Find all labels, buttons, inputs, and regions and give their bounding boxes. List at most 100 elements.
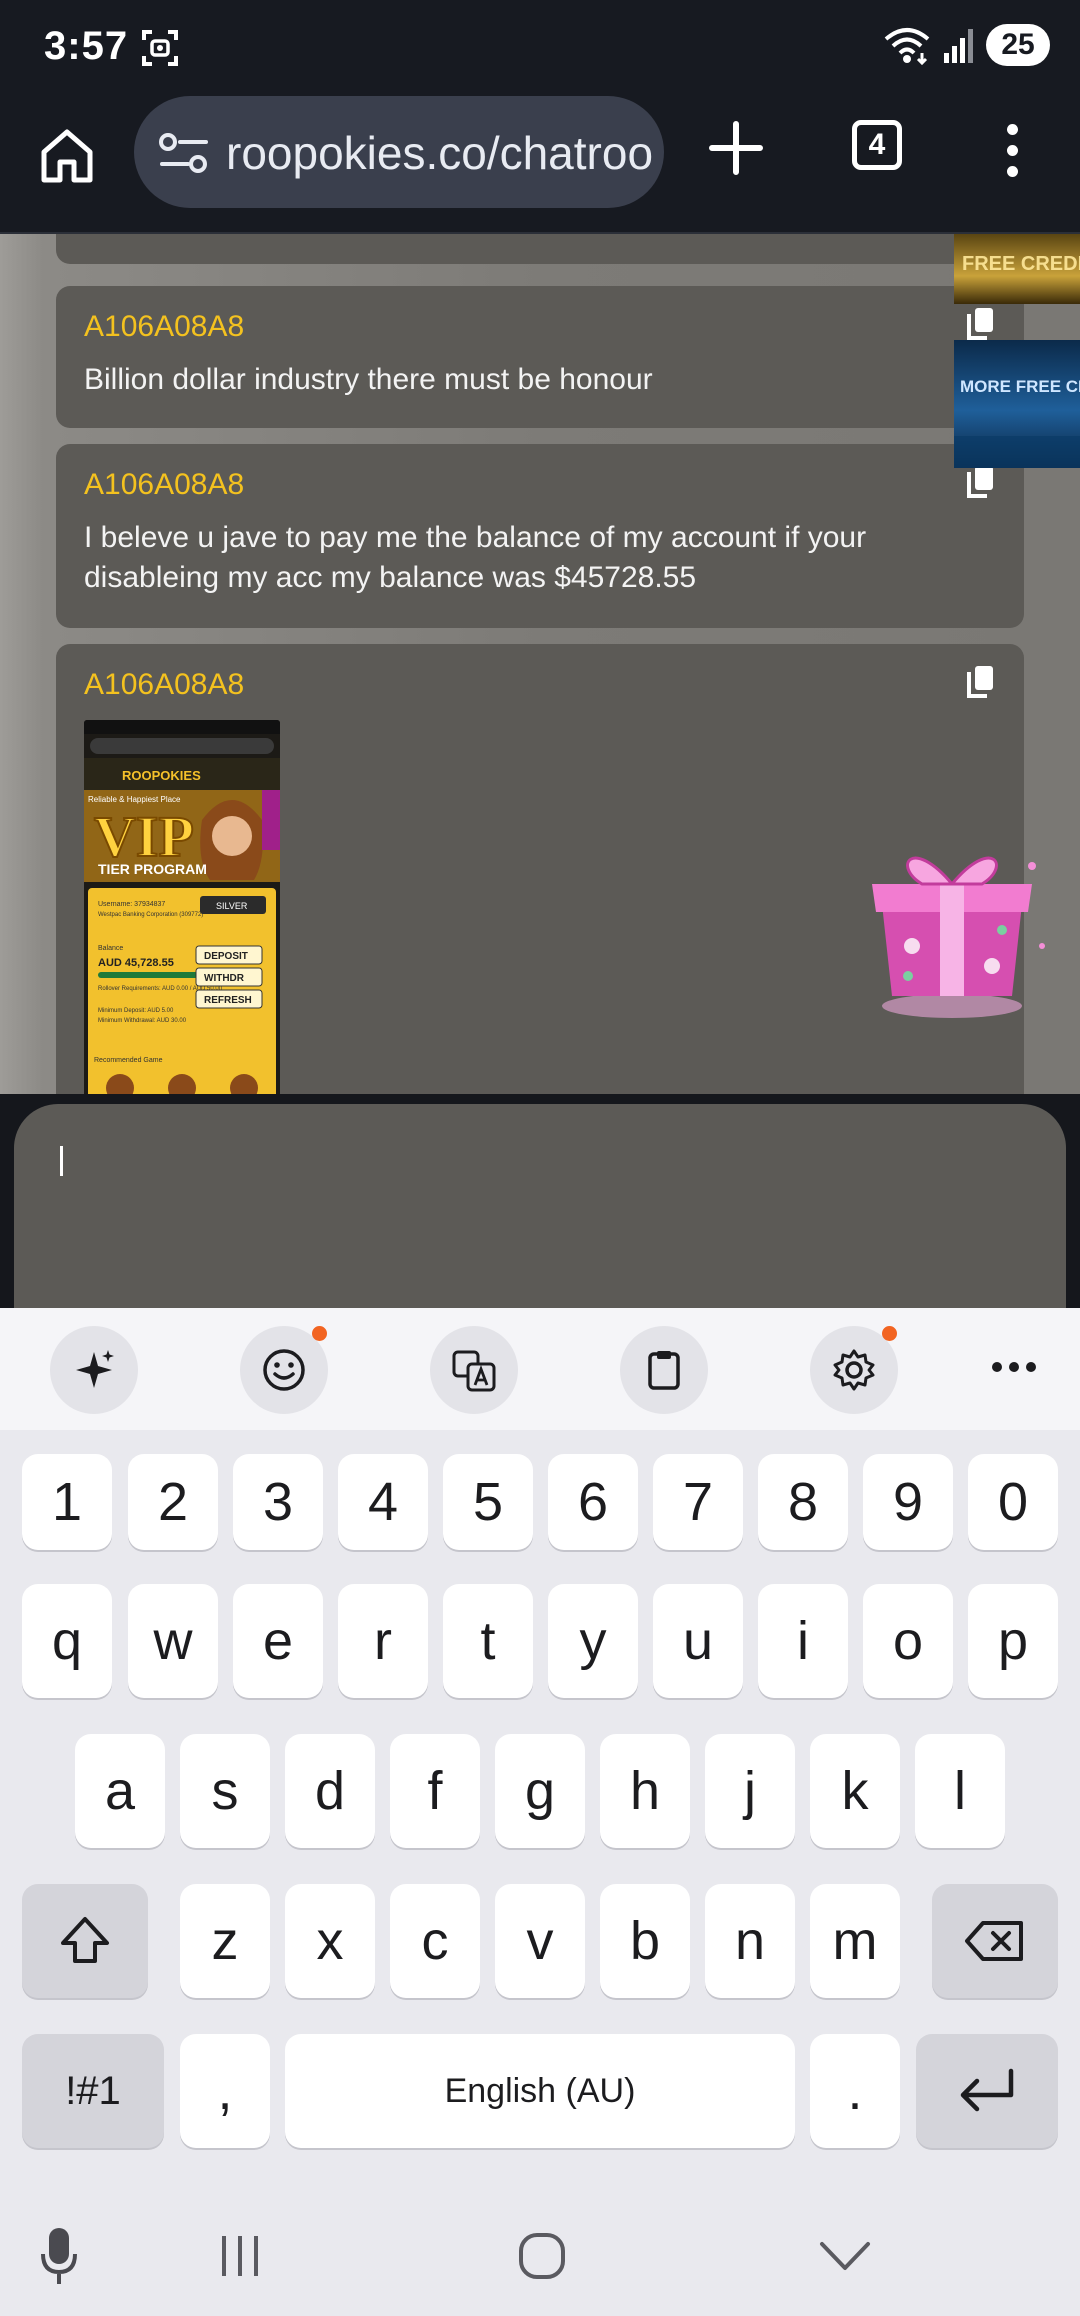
- thumb-withdraw-button: WITHDR: [204, 973, 245, 984]
- thumb-tier: SILVER: [216, 901, 248, 911]
- key-p[interactable]: p: [968, 1584, 1058, 1698]
- more-options-icon[interactable]: [990, 1360, 1038, 1374]
- thumb-account: Westpac Banking Corporation (309772): [98, 912, 203, 918]
- promo-label: FREE CREDIT: [962, 253, 1080, 275]
- voice-input-button[interactable]: [24, 2196, 94, 2316]
- key-f[interactable]: f: [390, 1734, 480, 1848]
- key-b[interactable]: b: [600, 1884, 690, 1998]
- address-bar[interactable]: roopokies.co/chatroom: [134, 96, 664, 208]
- comma-key[interactable]: ,: [180, 2034, 270, 2148]
- key-4[interactable]: 4: [338, 1454, 428, 1550]
- key-g[interactable]: g: [495, 1734, 585, 1848]
- message-input[interactable]: [14, 1104, 1066, 1324]
- signal-icon: [944, 29, 973, 63]
- key-e[interactable]: e: [233, 1584, 323, 1698]
- key-d[interactable]: d: [285, 1734, 375, 1848]
- more-menu-icon[interactable]: [998, 118, 1026, 182]
- key-j[interactable]: j: [705, 1734, 795, 1848]
- key-r[interactable]: r: [338, 1584, 428, 1698]
- key-x[interactable]: x: [285, 1884, 375, 1998]
- thumb-section-label: Recommended Game: [94, 1057, 163, 1064]
- copy-icon[interactable]: [966, 664, 996, 700]
- on-screen-keyboard: 1 2 3 4 5 6 7 8 9 0 q w e r t y u i o p …: [0, 1308, 1080, 2196]
- key-1[interactable]: 1: [22, 1454, 112, 1550]
- enter-icon: [960, 2068, 1014, 2112]
- text-cursor: [60, 1146, 63, 1176]
- home-circle-icon: [519, 2233, 565, 2279]
- key-k[interactable]: k: [810, 1734, 900, 1848]
- key-y[interactable]: y: [548, 1584, 638, 1698]
- new-tab-icon[interactable]: [706, 118, 766, 178]
- period-key[interactable]: .: [810, 2034, 900, 2148]
- shift-key[interactable]: [22, 1884, 148, 1998]
- emoji-notification-dot: [312, 1326, 327, 1341]
- hide-keyboard-button[interactable]: [800, 2196, 890, 2316]
- chat-message: A106A08A8 I beleve u jave to pay me the …: [56, 444, 1024, 628]
- more-free-credit-banner[interactable]: MORE FREE CREDIT: [954, 340, 1080, 468]
- gift-box-icon[interactable]: [852, 826, 1052, 1026]
- copy-icon[interactable]: [966, 306, 996, 342]
- key-m[interactable]: m: [810, 1884, 900, 1998]
- backspace-key[interactable]: [932, 1884, 1058, 1998]
- key-5[interactable]: 5: [443, 1454, 533, 1550]
- thumb-min-withdraw: Minimum Withdrawal: AUD 30.00: [98, 1018, 187, 1024]
- key-6[interactable]: 6: [548, 1454, 638, 1550]
- keyboard-toolbar: [0, 1308, 1080, 1430]
- enter-key[interactable]: [916, 2034, 1058, 2148]
- url-text[interactable]: roopokies.co/chatroom: [226, 126, 656, 180]
- key-9[interactable]: 9: [863, 1454, 953, 1550]
- thumb-brand: ROOPOKIES: [122, 768, 201, 783]
- key-7[interactable]: 7: [653, 1454, 743, 1550]
- recent-apps-button[interactable]: [200, 2196, 280, 2316]
- home-icon[interactable]: [36, 124, 98, 186]
- clipboard-button[interactable]: [620, 1326, 708, 1414]
- free-credit-banner-art: FREE CREDIT: [962, 253, 1080, 275]
- key-u[interactable]: u: [653, 1584, 743, 1698]
- key-c[interactable]: c: [390, 1884, 480, 1998]
- screenshot-icon: [142, 30, 178, 66]
- message-image-thumbnail[interactable]: ROOPOKIES Reliable & Happiest Place VIP …: [84, 720, 280, 1094]
- key-s[interactable]: s: [180, 1734, 270, 1848]
- key-n[interactable]: n: [705, 1884, 795, 1998]
- sparkle-icon: [76, 1350, 114, 1388]
- copy-icon[interactable]: [966, 464, 996, 500]
- thumb-banner-title: VIP: [94, 804, 194, 869]
- translate-button[interactable]: [430, 1326, 518, 1414]
- free-credit-banner[interactable]: FREE CREDIT: [954, 234, 1080, 304]
- home-button[interactable]: [500, 2196, 584, 2316]
- smiley-icon: [263, 1349, 305, 1391]
- key-z[interactable]: z: [180, 1884, 270, 1998]
- key-3[interactable]: 3: [233, 1454, 323, 1550]
- chat-message: A106A08A8 Billion dollar industry there …: [56, 286, 1024, 428]
- chat-area[interactable]: A106A08A8 Billion dollar industry there …: [0, 234, 1080, 1094]
- key-v[interactable]: v: [495, 1884, 585, 1998]
- translate-icon: [452, 1350, 496, 1392]
- wifi-icon: [884, 28, 930, 65]
- symbols-key[interactable]: !#1: [22, 2034, 164, 2148]
- key-i[interactable]: i: [758, 1584, 848, 1698]
- battery-badge: 25: [986, 24, 1050, 66]
- key-2[interactable]: 2: [128, 1454, 218, 1550]
- recents-icon: [222, 2236, 258, 2276]
- key-o[interactable]: o: [863, 1584, 953, 1698]
- thumb-username: Username: 37934837: [98, 901, 165, 908]
- key-8[interactable]: 8: [758, 1454, 848, 1550]
- key-q[interactable]: q: [22, 1584, 112, 1698]
- key-h[interactable]: h: [600, 1734, 690, 1848]
- message-text: Billion dollar industry there must be ho…: [84, 363, 653, 396]
- tab-switcher-button[interactable]: 4: [852, 120, 902, 170]
- ai-tools-button[interactable]: [50, 1326, 138, 1414]
- key-w[interactable]: w: [128, 1584, 218, 1698]
- thumb-balance-label: Balance: [98, 945, 123, 952]
- key-t[interactable]: t: [443, 1584, 533, 1698]
- chevron-down-icon: [820, 2242, 870, 2270]
- key-l[interactable]: l: [915, 1734, 1005, 1848]
- thumb-min-deposit: Minimum Deposit: AUD 5.00: [98, 1008, 174, 1014]
- key-a[interactable]: a: [75, 1734, 165, 1848]
- site-settings-icon[interactable]: [158, 128, 210, 178]
- message-username: A106A08A8: [84, 468, 245, 501]
- space-key[interactable]: English (AU): [285, 2034, 795, 2148]
- more-free-credit-banner-art: MORE FREE CREDIT: [954, 377, 1080, 468]
- key-0[interactable]: 0: [968, 1454, 1058, 1550]
- message-username: A106A08A8: [84, 310, 245, 343]
